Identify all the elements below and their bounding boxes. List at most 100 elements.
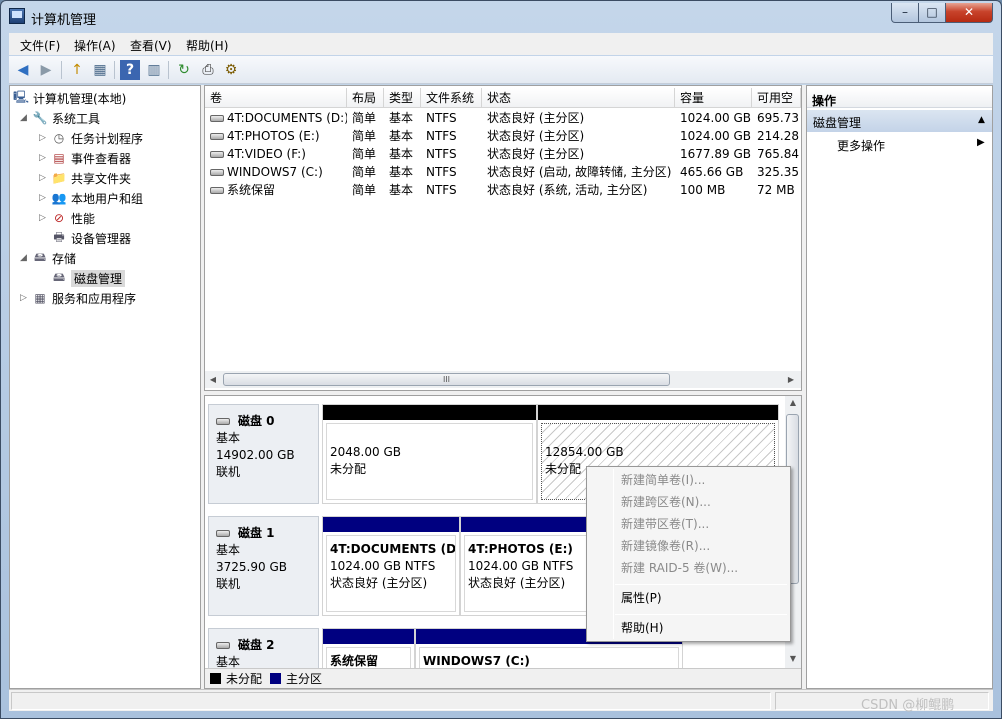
volume-filesystem: NTFS [426, 129, 457, 143]
column-header-layout[interactable]: 布局 [347, 88, 384, 108]
actions-section-disk-management[interactable]: 磁盘管理 [807, 110, 992, 132]
minimize-button[interactable]: – [891, 3, 919, 23]
disk-label[interactable]: 磁盘 1 基本 3725.90 GB 联机 [208, 516, 319, 616]
partition-label: 未分配 [330, 462, 367, 476]
volume-list-hscrollbar[interactable]: ◀ III ▶ [205, 371, 801, 388]
tree-node-task-scheduler[interactable]: ▷ ◷ 任务计划程序 [37, 128, 143, 148]
volume-row[interactable]: 系统保留 简单 基本 NTFS 状态良好 (系统, 活动, 主分区) 100 M… [205, 181, 801, 199]
tree-node-root[interactable]: 🖳 计算机管理(本地) [13, 88, 126, 108]
close-button[interactable]: ✕ [945, 3, 993, 23]
up-folder-icon[interactable]: ↑ [67, 60, 87, 80]
partition-size: 1024.00 GB NTFS [330, 559, 436, 573]
menu-view[interactable]: 查看(V) [130, 37, 172, 54]
disk-label[interactable]: 磁盘 0 基本 14902.00 GB 联机 [208, 404, 319, 504]
menu-file[interactable]: 文件(F) [20, 37, 60, 54]
menu-item-properties[interactable]: 属性(P) [621, 588, 662, 608]
device-manager-icon: 🖶 [53, 229, 65, 244]
volume-row[interactable]: 4T:DOCUMENTS (D:) 简单 基本 NTFS 状态良好 (主分区) … [205, 109, 801, 127]
scroll-thumb[interactable]: III [223, 373, 670, 386]
show-hide-tree-icon[interactable]: ▦ [90, 60, 110, 80]
volume-icon [210, 169, 224, 176]
tree-node-event-viewer[interactable]: ▷ ▤ 事件查看器 [37, 148, 131, 168]
tree-label: 系统工具 [52, 111, 101, 126]
more-actions-link[interactable]: 更多操作 [837, 137, 885, 154]
expanded-arrow-icon[interactable]: ◢ [18, 253, 29, 263]
column-header-capacity[interactable]: 容量 [675, 88, 752, 108]
partition-unallocated[interactable]: 2048.00 GB 未分配 [322, 404, 537, 504]
forward-arrow-icon[interactable]: ▶ [36, 60, 56, 80]
column-header-free[interactable]: 可用空 [752, 88, 801, 108]
tree-label: 设备管理器 [71, 231, 132, 246]
collapsed-arrow-icon[interactable]: ▷ [37, 213, 48, 223]
tree-node-device-manager[interactable]: 🖶 设备管理器 [51, 228, 131, 248]
menu-action[interactable]: 操作(A) [74, 37, 116, 54]
maximize-icon: □ [926, 5, 938, 19]
collapse-up-icon[interactable]: ▲ [978, 115, 985, 125]
tree-node-shared-folders[interactable]: ▷ 📁 共享文件夹 [37, 168, 131, 188]
scroll-up-icon[interactable]: ▲ [785, 396, 801, 410]
menu-item-help[interactable]: 帮助(H) [621, 618, 663, 638]
tree-node-disk-management[interactable]: 🖴 磁盘管理 [51, 268, 126, 288]
tree-node-local-users[interactable]: ▷ 👥 本地用户和组 [37, 188, 143, 208]
volume-filesystem: NTFS [426, 111, 457, 125]
menu-item-new-spanned-volume[interactable]: 新建跨区卷(N)... [621, 492, 711, 512]
properties-icon[interactable]: ⚙ [221, 60, 241, 80]
tree-label: 共享文件夹 [71, 171, 132, 186]
collapsed-arrow-icon[interactable]: ▷ [37, 153, 48, 163]
menu-item-new-simple-volume[interactable]: 新建简单卷(I)... [621, 470, 705, 490]
column-header-status[interactable]: 状态 [482, 88, 675, 108]
volume-free: 765.84 [757, 147, 799, 161]
column-header-type[interactable]: 类型 [384, 88, 421, 108]
collapsed-arrow-icon[interactable]: ▷ [18, 293, 29, 303]
collapsed-arrow-icon[interactable]: ▷ [37, 173, 48, 183]
tree-node-system-tools[interactable]: ◢ 🔧 系统工具 [18, 108, 100, 128]
legend-swatch-unallocated [210, 673, 221, 684]
menu-item-new-raid5-volume[interactable]: 新建 RAID-5 卷(W)... [621, 558, 738, 578]
menu-item-new-mirrored-volume[interactable]: 新建镜像卷(R)... [621, 536, 710, 556]
status-cell-main [11, 692, 771, 710]
expanded-arrow-icon[interactable]: ◢ [18, 113, 29, 123]
menu-help[interactable]: 帮助(H) [186, 37, 228, 54]
toolbar: ◀ ▶ ↑ ▦ ? ▥ ↻ ⎙ ⚙ [9, 56, 993, 84]
volume-status: 状态良好 (系统, 活动, 主分区) [487, 183, 648, 197]
partition-size: 12854.00 GB [545, 445, 624, 459]
export-list-icon[interactable]: ⎙ [198, 60, 218, 80]
volume-row[interactable]: 4T:PHOTOS (E:) 简单 基本 NTFS 状态良好 (主分区) 102… [205, 127, 801, 145]
tree-node-services[interactable]: ▷ ▦ 服务和应用程序 [18, 288, 136, 308]
scroll-down-icon[interactable]: ▼ [785, 652, 801, 666]
clock-icon: ◷ [53, 131, 65, 145]
partition-documents[interactable]: 4T:DOCUMENTS (D 1024.00 GB NTFS 状态良好 (主分… [322, 516, 460, 616]
volume-name-cell: 系统保留 [205, 181, 347, 199]
scroll-right-icon[interactable]: ▶ [783, 371, 799, 388]
disk-size: 3725.90 GB [216, 560, 287, 574]
volume-name-cell: WINDOWS7 (C:) [205, 163, 347, 181]
partition-size: 2048.00 GB [330, 445, 401, 459]
volume-layout: 简单 [352, 129, 377, 143]
back-arrow-icon[interactable]: ◀ [13, 60, 33, 80]
collapsed-arrow-icon[interactable]: ▷ [37, 193, 48, 203]
disk-size: 14902.00 GB [216, 448, 295, 462]
refresh-icon[interactable]: ↻ [174, 60, 194, 80]
help-icon[interactable]: ? [120, 60, 140, 80]
legend-item-unallocated: 未分配 [210, 670, 262, 687]
maximize-button[interactable]: □ [918, 3, 946, 23]
volume-row[interactable]: 4T:VIDEO (F:) 简单 基本 NTFS 状态良好 (主分区) 1677… [205, 145, 801, 163]
menu-item-new-striped-volume[interactable]: 新建带区卷(T)... [621, 514, 709, 534]
scroll-left-icon[interactable]: ◀ [205, 371, 221, 388]
volume-name-cell: 4T:DOCUMENTS (D:) [205, 109, 347, 127]
volume-row[interactable]: WINDOWS7 (C:) 简单 基本 NTFS 状态良好 (启动, 故障转储,… [205, 163, 801, 181]
volume-capacity: 1677.89 GB [680, 147, 751, 161]
title-bar[interactable]: 计算机管理 – □ ✕ [1, 1, 1001, 33]
disk-name: 磁盘 2 [238, 638, 275, 652]
tree-node-performance[interactable]: ▷ ⊘ 性能 [37, 208, 95, 228]
column-header-filesystem[interactable]: 文件系统 [421, 88, 482, 108]
action-pane-icon[interactable]: ▥ [144, 60, 164, 80]
computer-management-icon [9, 8, 25, 24]
partition-photos[interactable]: 4T:PHOTOS (E:) 1024.00 GB NTFS 状态良好 (主分区… [460, 516, 598, 616]
volume-free: 214.28 [757, 129, 799, 143]
collapsed-arrow-icon[interactable]: ▷ [37, 133, 48, 143]
column-header-volume[interactable]: 卷 [205, 88, 347, 108]
volume-name: 4T:PHOTOS (E:) [227, 129, 320, 143]
tree-node-storage[interactable]: ◢ 🖴 存储 [18, 248, 76, 268]
computer-management-window: 计算机管理 – □ ✕ 文件(F) 操作(A) 查看(V) 帮助(H) ◀ ▶ … [0, 0, 1002, 719]
